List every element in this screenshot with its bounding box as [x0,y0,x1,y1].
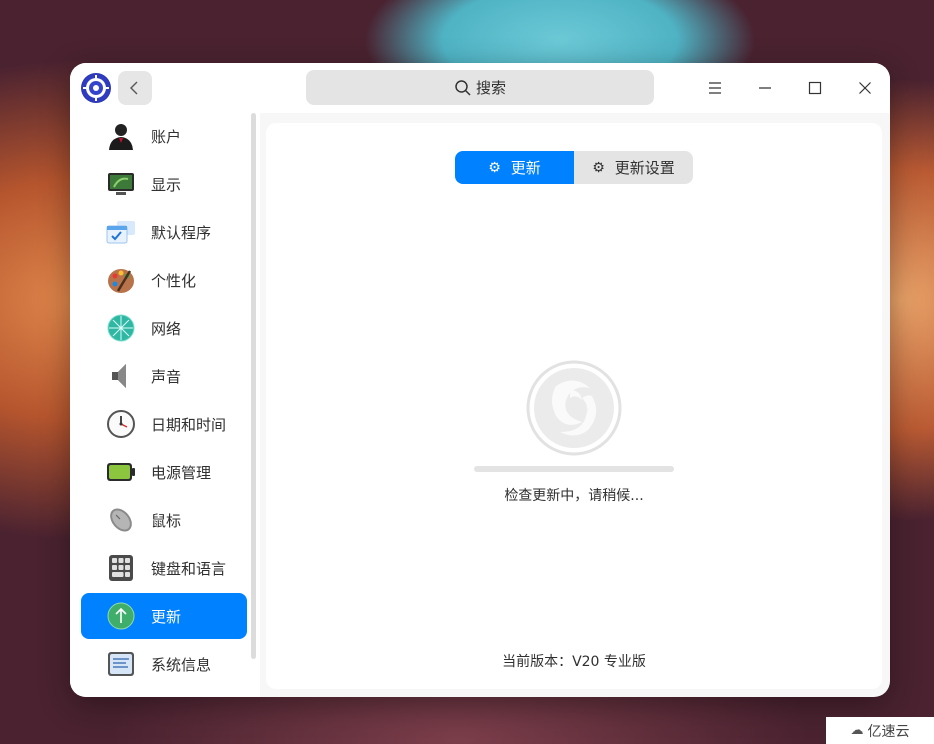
deepin-logo-icon [526,360,622,456]
sidebar: 账户 显示 默认程序 个性化 网络 声音 日期和时间 电源管理 鼠标 键盘和语言… [70,113,260,697]
default-apps-icon [105,216,137,248]
keyboard-icon [105,552,137,584]
minimize-icon [759,87,771,89]
search-label: 搜索 [475,79,506,97]
mouse-icon [105,504,137,536]
clock-icon [105,408,137,440]
current-version-text: 当前版本：V20 专业版 [502,654,646,670]
watermark: ☁ 亿速云 [826,717,934,744]
sidebar-item-label: 默认程序 [151,223,212,242]
update-arrow-icon [105,600,137,632]
tab-update-settings[interactable]: ⚙ 更新设置 [574,151,693,184]
sidebar-item-label: 日期和时间 [151,415,227,434]
watermark-text: 亿速云 [867,723,910,740]
sidebar-item-update[interactable]: 更新 [81,593,247,639]
sidebar-item-label: 网络 [151,319,182,338]
battery-icon [105,456,137,488]
chevron-left-icon [130,81,138,95]
sidebar-item-label: 鼠标 [151,511,182,530]
menu-button[interactable] [698,71,732,105]
sidebar-item-label: 键盘和语言 [151,559,227,578]
sidebar-item-label: 更新 [151,607,182,626]
palette-icon [105,264,137,296]
sidebar-item-label: 电源管理 [151,463,212,482]
tab-label: 更新设置 [614,159,675,177]
update-tab-bar: ⚙ 更新 ⚙ 更新设置 [455,151,693,184]
user-account-icon [105,120,137,152]
system-info-icon [105,648,137,680]
settings-window: 搜索 账户 显示 默认程序 个性化 网络 声音 日期和时间 电源管理 鼠标 键盘… [70,63,890,697]
sidebar-item-system-info[interactable]: 系统信息 [81,641,247,687]
sidebar-item-mouse[interactable]: 鼠标 [81,497,247,543]
maximize-icon [808,81,822,95]
update-status-text: 检查更新中，请稍候... [504,488,644,504]
sidebar-item-sound[interactable]: 声音 [81,353,247,399]
sidebar-item-label: 系统信息 [151,655,212,674]
sidebar-item-power[interactable]: 电源管理 [81,449,247,495]
close-icon [859,82,871,94]
display-monitor-icon [105,168,137,200]
sidebar-item-network[interactable]: 网络 [81,305,247,351]
control-center-logo-icon [81,73,111,103]
titlebar: 搜索 [70,63,890,113]
sidebar-item-keyboard[interactable]: 键盘和语言 [81,545,247,591]
update-panel: ⚙ 更新 ⚙ 更新设置 检查更新中，请稍候... 当前版本：V20 专业版 [266,123,882,689]
gear-icon: ⚙ [592,159,605,176]
menu-icon [709,82,721,94]
minimize-button[interactable] [748,71,782,105]
gear-icon: ⚙ [488,159,501,176]
sidebar-item-datetime[interactable]: 日期和时间 [81,401,247,447]
search-input[interactable]: 搜索 [306,70,654,105]
update-check-progress [474,466,674,472]
sidebar-item-label: 显示 [151,175,182,194]
maximize-button[interactable] [798,71,832,105]
sidebar-item-display[interactable]: 显示 [81,161,247,207]
speaker-icon [105,360,137,392]
sidebar-item-default-apps[interactable]: 默认程序 [81,209,247,255]
back-button[interactable] [118,71,152,105]
tab-update[interactable]: ⚙ 更新 [455,151,574,184]
cloud-logo-icon: ☁ [850,723,864,738]
sidebar-item-personalization[interactable]: 个性化 [81,257,247,303]
sidebar-item-label: 声音 [151,367,182,386]
sidebar-item-label: 个性化 [151,271,197,290]
close-button[interactable] [848,71,882,105]
network-globe-icon [105,312,137,344]
tab-label: 更新 [510,159,541,177]
search-icon [455,79,471,96]
sidebar-item-account[interactable]: 账户 [81,113,247,159]
sidebar-scrollbar[interactable] [251,113,256,659]
sidebar-item-label: 账户 [151,127,182,146]
